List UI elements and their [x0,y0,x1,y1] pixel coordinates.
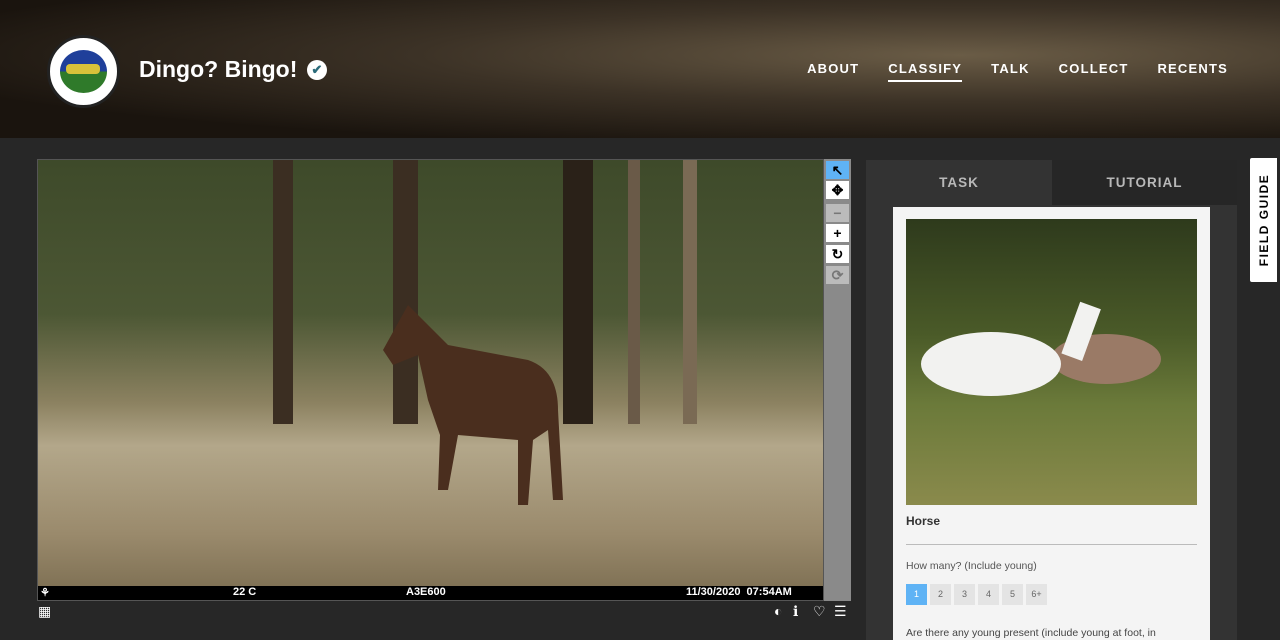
task-panel: TASK TUTORIAL Horse How many? (Include y… [866,160,1237,640]
camera-brand-icon: ⚘ [40,587,50,599]
divider [906,544,1197,545]
capture-datetime: 11/30/2020 07:54AM [686,586,792,598]
subject-image[interactable]: ⚘ 22 C A3E600 11/30/2020 07:54AM [37,159,824,601]
camera-id: A3E600 [406,586,446,598]
question-young-present: Are there any young present (include you… [906,627,1156,639]
species-example-image [906,219,1197,505]
nav-collect[interactable]: COLLECT [1059,61,1129,82]
count-option-4[interactable]: 4 [978,584,999,605]
collections-icon[interactable]: ☰ [834,603,847,620]
zoom-in-icon[interactable]: + [826,224,849,242]
field-guide-button[interactable]: FIELD GUIDE [1250,158,1277,282]
count-option-5[interactable]: 5 [1002,584,1023,605]
contrast-icon[interactable]: ◐ [774,603,782,619]
move-tool-icon[interactable]: ✥ [826,181,849,199]
project-nav: ABOUT CLASSIFY TALK COLLECT RECENTS [807,61,1228,82]
temperature: 22 C [233,586,257,598]
tab-tutorial[interactable]: TUTORIAL [1052,160,1237,205]
info-icon[interactable]: ℹ [793,603,798,620]
count-options: 1 2 3 4 5 6+ [906,584,1047,605]
zoom-out-icon[interactable]: − [826,204,849,222]
check-circle-icon: ✔ [307,60,327,80]
reset-icon[interactable]: ⟳ [826,266,849,284]
horse-figure [383,305,563,505]
nav-recents[interactable]: RECENTS [1157,61,1228,82]
image-toolbar: ↖ ✥ − + ↻ ⟳ [824,159,851,601]
grid-icon[interactable]: ▦ [38,603,51,620]
project-header: Dingo? Bingo! ✔ ABOUT CLASSIFY TALK COLL… [0,0,1280,138]
count-option-6plus[interactable]: 6+ [1026,584,1047,605]
count-option-1[interactable]: 1 [906,584,927,605]
field-guide-label: FIELD GUIDE [1256,173,1271,267]
tab-task[interactable]: TASK [866,160,1052,205]
rotate-icon[interactable]: ↻ [826,245,849,263]
project-title[interactable]: Dingo? Bingo! [139,56,297,83]
species-card: Horse How many? (Include young) 1 2 3 4 … [893,207,1210,640]
nav-classify[interactable]: CLASSIFY [888,61,963,82]
pointer-tool-icon[interactable]: ↖ [826,161,849,179]
species-name: Horse [906,514,941,528]
camera-info-bar: ⚘ 22 C A3E600 11/30/2020 07:54AM [38,586,823,600]
count-option-2[interactable]: 2 [930,584,951,605]
heart-icon[interactable]: ♡ [813,603,826,620]
project-logo[interactable] [47,35,120,108]
count-option-3[interactable]: 3 [954,584,975,605]
nav-about[interactable]: ABOUT [807,61,859,82]
question-how-many: How many? (Include young) [906,560,1037,572]
nav-talk[interactable]: TALK [991,61,1030,82]
